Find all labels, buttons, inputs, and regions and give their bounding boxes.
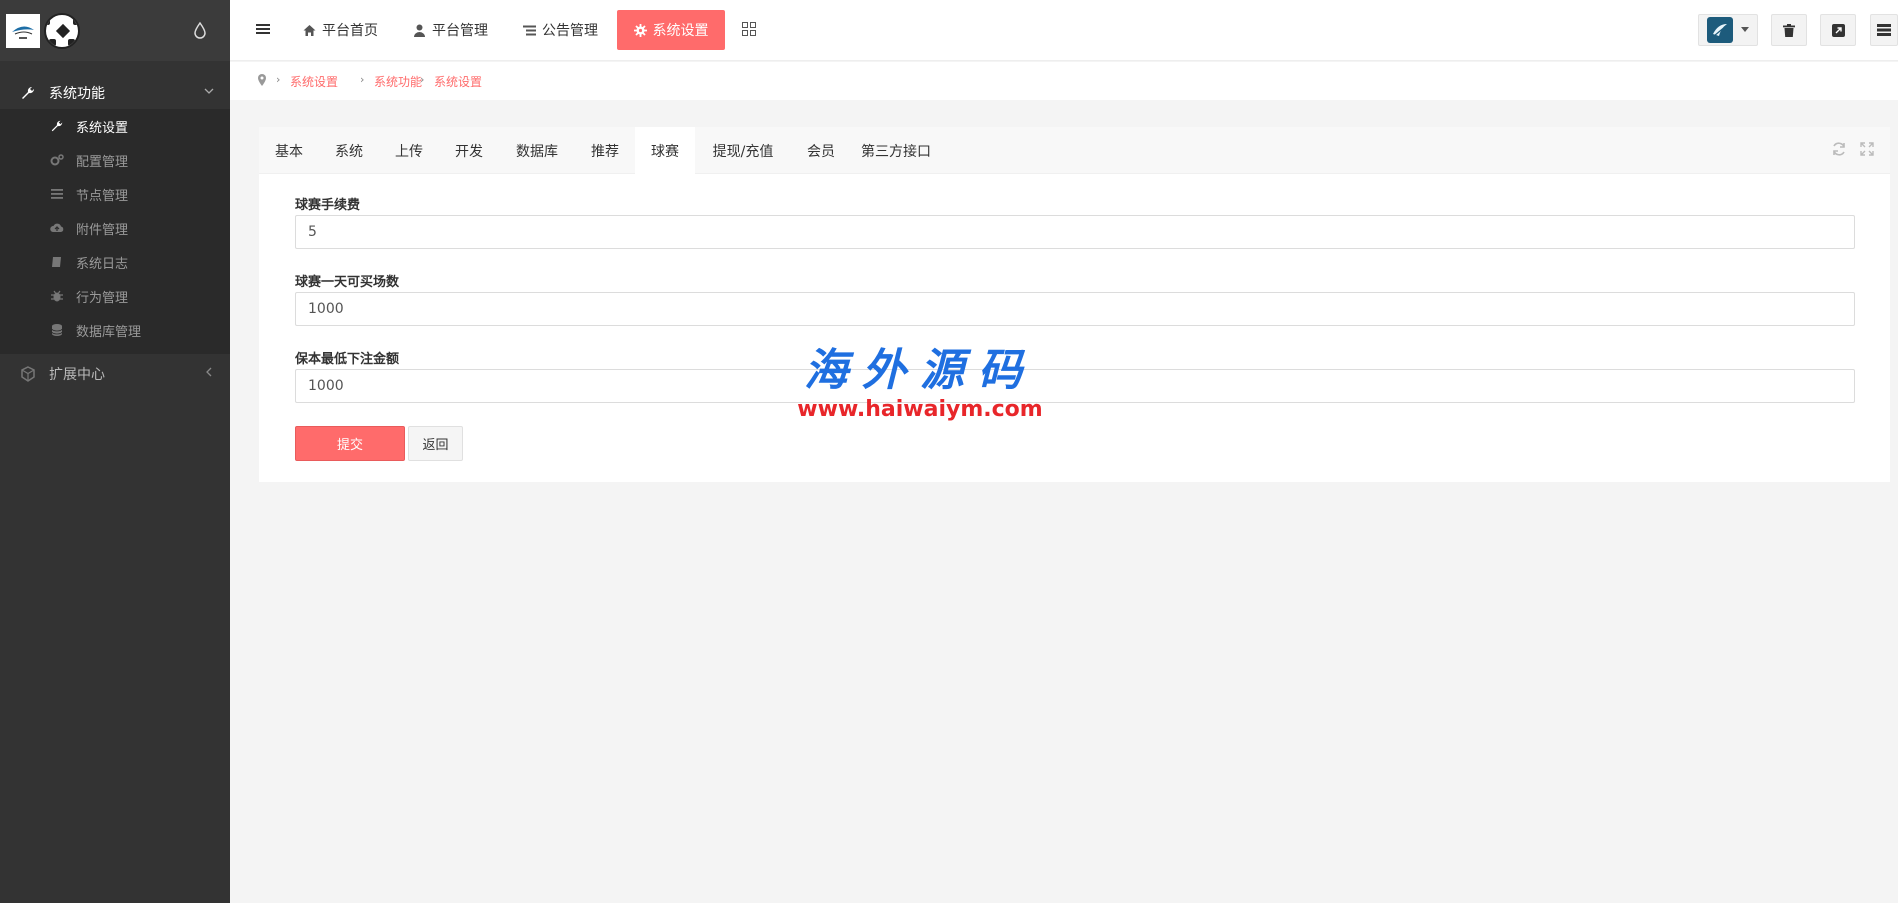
user-icon	[414, 24, 425, 37]
top-navbar: 平台首页 平台管理 公告管理 系统设置	[230, 0, 1898, 61]
avatar	[1707, 17, 1733, 43]
nav-label: 平台首页	[322, 23, 378, 39]
menu-toggle-icon[interactable]	[256, 22, 270, 36]
sidebar-item-label: 系统设置	[76, 120, 129, 136]
gear-icon	[633, 23, 647, 37]
sidebar-item-attachments[interactable]: 附件管理	[0, 211, 230, 245]
book-icon	[52, 257, 61, 267]
breadcrumb: › 系统设置 › 系统功能 › 系统设置	[230, 62, 1898, 100]
logo-icon[interactable]	[6, 14, 40, 48]
sidebar-item-config[interactable]: 配置管理	[0, 143, 230, 177]
clear-cache-button[interactable]	[1771, 14, 1807, 46]
sidebar-group-extensions[interactable]: 扩展中心	[0, 355, 230, 393]
watermark-title: 海外源码	[804, 345, 1036, 396]
gears-icon	[50, 154, 64, 166]
breadcrumb-separator: ›	[276, 73, 281, 86]
settings-panel: 基本 系统 上传 开发 数据库 推荐 球赛 提现/充值 会员 第三方接口 球赛手…	[259, 127, 1890, 482]
sidebar-item-system-settings[interactable]: 系统设置	[0, 109, 230, 143]
sidebar-item-logs[interactable]: 系统日志	[0, 245, 230, 279]
grid-icon[interactable]	[742, 22, 756, 36]
home-icon	[303, 24, 316, 36]
sidebar-item-label: 附件管理	[76, 222, 129, 238]
nav-system-settings[interactable]: 系统设置	[617, 10, 725, 50]
settings-panel-button[interactable]	[1870, 14, 1898, 46]
external-link-icon	[1831, 23, 1845, 37]
sidebar-submenu: 系统设置 配置管理 节点管理 附件管理 系统日志 行为管理 数据库管理	[0, 109, 230, 354]
breadcrumb-item[interactable]: 系统设置	[434, 73, 482, 90]
nav-announcements[interactable]: 公告管理	[511, 10, 610, 50]
nav-platform-home[interactable]: 平台首页	[291, 10, 390, 50]
cloud-upload-icon	[50, 223, 64, 232]
bug-icon	[51, 290, 63, 302]
tab-develop[interactable]: 开发	[439, 127, 499, 174]
sidebar-item-nodes[interactable]: 节点管理	[0, 177, 230, 211]
sidebar-item-label: 节点管理	[76, 188, 129, 204]
tasks-icon	[1877, 24, 1891, 36]
back-button[interactable]: 返回	[408, 426, 463, 461]
sidebar-item-label: 行为管理	[76, 290, 129, 306]
trash-icon	[1783, 23, 1795, 37]
field-label-daily-matches: 球赛一天可买场数	[295, 275, 400, 290]
user-menu-button[interactable]	[1698, 14, 1758, 46]
sidebar-group-label: 扩展中心	[49, 367, 105, 383]
refresh-icon[interactable]	[1831, 141, 1847, 157]
breadcrumb-item[interactable]: 系统功能	[374, 73, 422, 90]
tab-member[interactable]: 会员	[791, 127, 851, 174]
tab-third-party-api[interactable]: 第三方接口	[851, 127, 941, 174]
wrench-icon	[22, 86, 35, 99]
fullscreen-icon[interactable]	[1859, 141, 1875, 157]
chevron-left-icon	[206, 367, 212, 377]
theme-drop-icon[interactable]	[193, 21, 207, 39]
sidebar-item-database[interactable]: 数据库管理	[0, 313, 230, 347]
nav-platform-manage[interactable]: 平台管理	[401, 10, 500, 50]
watermark-url: www.haiwaiym.com	[797, 397, 1043, 422]
watermark: 海外源码 www.haiwaiym.com	[770, 345, 1070, 425]
tab-withdraw-recharge[interactable]: 提现/充值	[695, 127, 791, 174]
sidebar-item-label: 配置管理	[76, 154, 129, 170]
field-label-min-bet: 保本最低下注金额	[295, 352, 400, 367]
sidebar: 系统功能 系统设置 配置管理 节点管理 附件管理 系统日志 行为管理 数据库管理…	[0, 0, 230, 903]
chevron-down-icon	[204, 88, 214, 94]
breadcrumb-item[interactable]: 系统设置	[290, 73, 338, 90]
nav-label: 公告管理	[542, 23, 598, 39]
football-logo-icon	[44, 13, 80, 49]
nav-label: 系统设置	[652, 23, 709, 39]
daily-matches-input[interactable]	[295, 292, 1855, 326]
bars-icon	[51, 189, 63, 199]
logo-bar	[0, 0, 230, 61]
nav-label: 平台管理	[432, 23, 488, 39]
field-label-fee: 球赛手续费	[295, 198, 361, 213]
tab-basic[interactable]: 基本	[259, 127, 319, 174]
wrench-icon	[51, 120, 63, 132]
map-marker-icon	[258, 74, 266, 86]
sidebar-item-label: 数据库管理	[76, 324, 142, 340]
breadcrumb-separator: ›	[360, 73, 365, 86]
open-site-button[interactable]	[1820, 14, 1856, 46]
sidebar-group-system[interactable]: 系统功能	[0, 74, 230, 112]
sidebar-item-behavior[interactable]: 行为管理	[0, 279, 230, 313]
database-icon	[51, 324, 63, 336]
tab-football[interactable]: 球赛	[635, 127, 695, 174]
caret-down-icon	[1741, 27, 1749, 32]
tab-database[interactable]: 数据库	[499, 127, 575, 174]
list-icon	[523, 25, 536, 35]
settings-tabs: 基本 系统 上传 开发 数据库 推荐 球赛 提现/充值 会员 第三方接口	[259, 127, 1890, 174]
sidebar-group-label: 系统功能	[49, 86, 105, 102]
tab-system[interactable]: 系统	[319, 127, 379, 174]
cubes-icon	[21, 366, 35, 382]
min-bet-input[interactable]	[295, 369, 1855, 403]
breadcrumb-separator: ›	[420, 73, 425, 86]
sidebar-item-label: 系统日志	[76, 256, 129, 272]
tab-upload[interactable]: 上传	[379, 127, 439, 174]
submit-button[interactable]: 提交	[295, 426, 405, 461]
tab-recommend[interactable]: 推荐	[575, 127, 635, 174]
football-fee-input[interactable]	[295, 215, 1855, 249]
